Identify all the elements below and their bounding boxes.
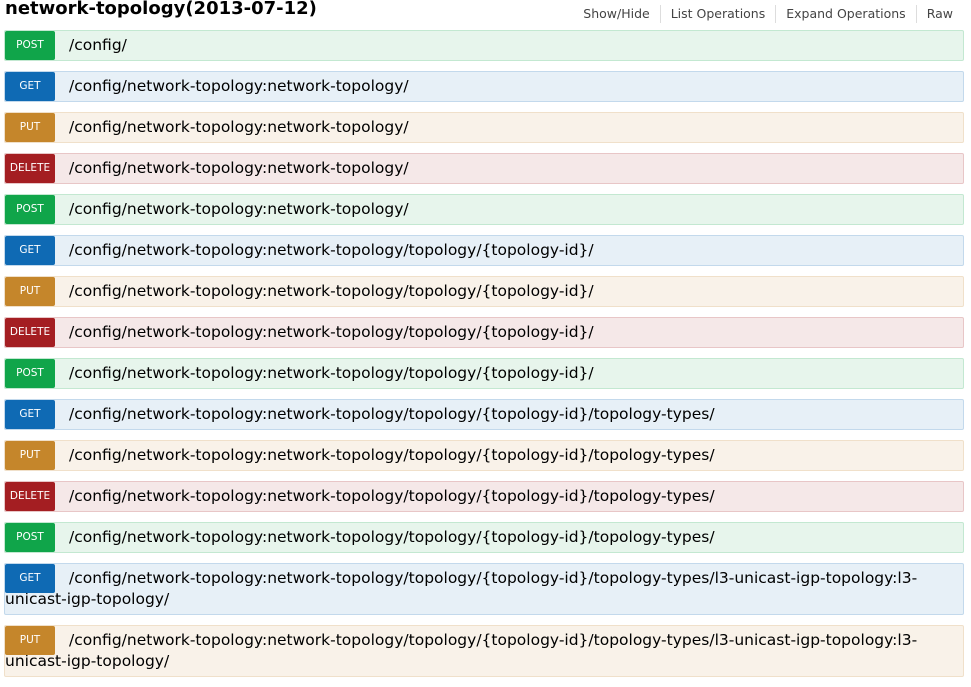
operation-row[interactable]: PUT/config/network-topology:network-topo… <box>4 440 964 471</box>
operation-row[interactable]: POST/config/network-topology:network-top… <box>4 194 964 225</box>
method-badge-post[interactable]: POST <box>5 359 55 388</box>
operation-row[interactable]: GET/config/network-topology:network-topo… <box>4 563 964 615</box>
resource-header: network-topology(2013-07-12) Show/Hide L… <box>0 0 971 28</box>
method-badge-delete[interactable]: DELETE <box>5 482 55 511</box>
operation-path[interactable]: /config/network-topology:network-topolog… <box>5 277 963 306</box>
method-badge-delete[interactable]: DELETE <box>5 154 55 183</box>
operation-row[interactable]: DELETE/config/network-topology:network-t… <box>4 481 964 512</box>
operation-path[interactable]: /config/network-topology:network-topolog… <box>5 236 963 265</box>
show-hide-link[interactable]: Show/Hide <box>573 5 659 23</box>
operation-path[interactable]: /config/network-topology:network-topolog… <box>5 564 963 614</box>
operation-path[interactable]: /config/network-topology:network-topolog… <box>5 441 963 470</box>
method-badge-get[interactable]: GET <box>5 564 55 593</box>
method-badge-get[interactable]: GET <box>5 72 55 101</box>
resource-title[interactable]: network-topology(2013-07-12) <box>5 0 317 19</box>
operation-path[interactable]: /config/network-topology:network-topolog… <box>5 318 963 347</box>
method-badge-post[interactable]: POST <box>5 31 55 60</box>
method-badge-put[interactable]: PUT <box>5 626 55 655</box>
operation-path[interactable]: /config/ <box>5 31 963 60</box>
operation-path[interactable]: /config/network-topology:network-topolog… <box>5 195 963 224</box>
resource-actions: Show/Hide List Operations Expand Operati… <box>573 5 963 23</box>
operation-row[interactable]: POST/config/network-topology:network-top… <box>4 358 964 389</box>
method-badge-post[interactable]: POST <box>5 523 55 552</box>
operation-row[interactable]: PUT/config/network-topology:network-topo… <box>4 625 964 677</box>
operation-row[interactable]: PUT/config/network-topology:network-topo… <box>4 112 964 143</box>
method-badge-post[interactable]: POST <box>5 195 55 224</box>
operation-path[interactable]: /config/network-topology:network-topolog… <box>5 72 963 101</box>
expand-operations-link[interactable]: Expand Operations <box>775 5 915 23</box>
method-badge-delete[interactable]: DELETE <box>5 318 55 347</box>
operation-row[interactable]: PUT/config/network-topology:network-topo… <box>4 276 964 307</box>
method-badge-put[interactable]: PUT <box>5 277 55 306</box>
operation-path[interactable]: /config/network-topology:network-topolog… <box>5 523 963 552</box>
operation-row[interactable]: GET/config/network-topology:network-topo… <box>4 399 964 430</box>
operation-row[interactable]: POST/config/ <box>4 30 964 61</box>
list-operations-link[interactable]: List Operations <box>659 5 776 23</box>
method-badge-get[interactable]: GET <box>5 236 55 265</box>
method-badge-put[interactable]: PUT <box>5 441 55 470</box>
operation-row[interactable]: GET/config/network-topology:network-topo… <box>4 71 964 102</box>
operation-path[interactable]: /config/network-topology:network-topolog… <box>5 626 963 676</box>
operation-path[interactable]: /config/network-topology:network-topolog… <box>5 113 963 142</box>
operation-path[interactable]: /config/network-topology:network-topolog… <box>5 400 963 429</box>
raw-link[interactable]: Raw <box>915 5 963 23</box>
operation-row[interactable]: POST/config/network-topology:network-top… <box>4 522 964 553</box>
operations-list: POST/config/GET/config/network-topology:… <box>4 30 964 687</box>
operation-path[interactable]: /config/network-topology:network-topolog… <box>5 482 963 511</box>
operation-path[interactable]: /config/network-topology:network-topolog… <box>5 359 963 388</box>
method-badge-get[interactable]: GET <box>5 400 55 429</box>
operation-row[interactable]: DELETE/config/network-topology:network-t… <box>4 317 964 348</box>
method-badge-put[interactable]: PUT <box>5 113 55 142</box>
operation-row[interactable]: GET/config/network-topology:network-topo… <box>4 235 964 266</box>
operation-row[interactable]: DELETE/config/network-topology:network-t… <box>4 153 964 184</box>
operation-path[interactable]: /config/network-topology:network-topolog… <box>5 154 963 183</box>
